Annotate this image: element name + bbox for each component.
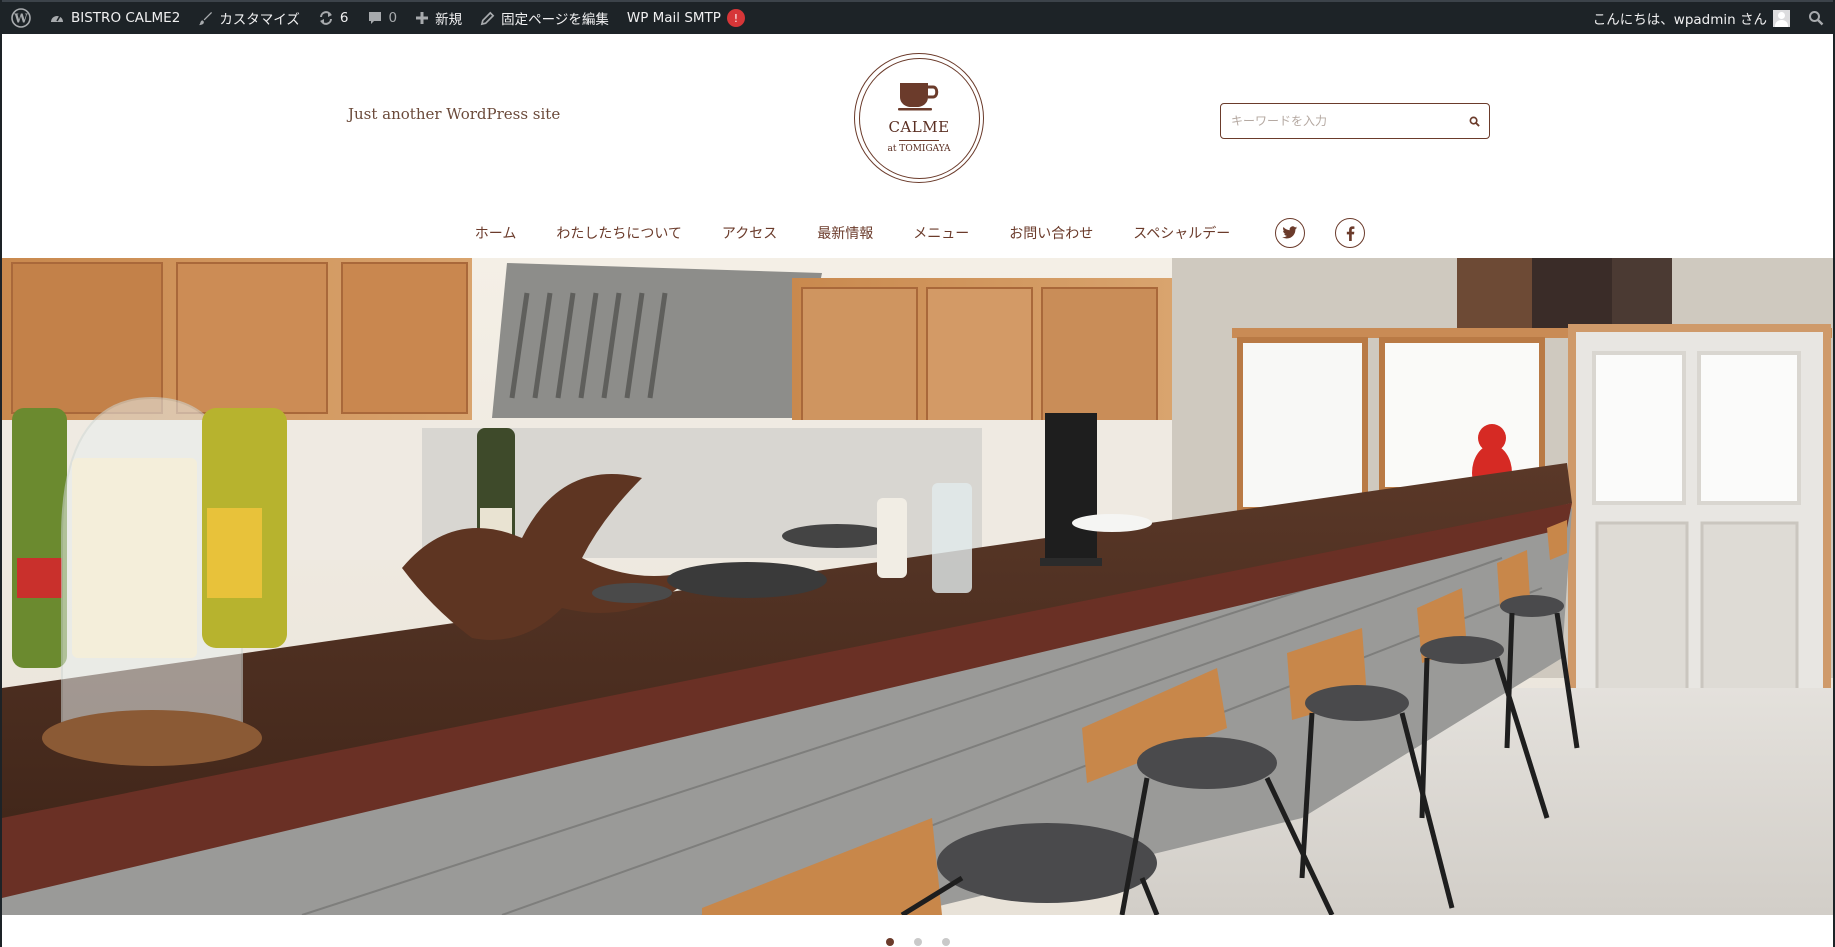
- comments-menu[interactable]: 0: [358, 1, 407, 35]
- logo-subtitle: at TOMIGAYA: [887, 143, 951, 154]
- edit-page-label: 固定ページを編集: [501, 12, 609, 28]
- search-submit-button[interactable]: [1459, 104, 1489, 138]
- greeting-label: こんにちは、wpadmin さん: [1592, 12, 1767, 28]
- search-input[interactable]: [1221, 104, 1459, 138]
- main-navigation: ホーム わたしたちについて アクセス 最新情報 メニュー お問い合わせ スペシャ…: [2, 212, 1833, 254]
- wp-mail-smtp-label: WP Mail SMTP: [626, 10, 721, 26]
- dashboard-icon: [49, 10, 65, 26]
- brush-icon: [198, 11, 213, 26]
- nav-item-special-day[interactable]: スペシャルデー: [1133, 223, 1230, 243]
- pencil-icon: [480, 11, 495, 26]
- nav-item-menu[interactable]: メニュー: [913, 223, 969, 243]
- customize-label: カスタマイズ: [219, 12, 300, 28]
- comments-count: 0: [388, 10, 398, 26]
- site-name-label: BISTRO CALME2: [71, 10, 181, 26]
- nav-item-contact[interactable]: お問い合わせ: [1009, 223, 1093, 243]
- slider-pagination: [2, 938, 1833, 946]
- nav-item-news[interactable]: 最新情報: [817, 223, 873, 243]
- wordpress-logo-menu[interactable]: W: [2, 1, 40, 35]
- hero-slider-image: [2, 258, 1833, 915]
- admin-bar: W BISTRO CALME2 カスタマイズ 6 0 新規 固定ページを編集 W…: [2, 0, 1833, 34]
- wordpress-icon: W: [11, 8, 31, 28]
- customize-menu[interactable]: カスタマイズ: [189, 1, 309, 35]
- logo-name: CALME: [888, 117, 950, 136]
- admin-search-button[interactable]: [1799, 1, 1833, 35]
- site-tagline: Just another WordPress site: [348, 105, 561, 123]
- updates-icon: [318, 10, 334, 26]
- notification-badge: !: [726, 9, 745, 27]
- twitter-icon: [1282, 226, 1298, 239]
- new-content-menu[interactable]: 新規: [406, 1, 471, 35]
- new-label: 新規: [435, 12, 463, 28]
- logo-divider: [899, 139, 939, 141]
- site-name-menu[interactable]: BISTRO CALME2: [40, 1, 189, 35]
- facebook-icon: [1346, 225, 1355, 241]
- slider-dot-1[interactable]: [885, 938, 894, 946]
- slider-dot-3[interactable]: [941, 938, 950, 946]
- coffee-cup-icon: [896, 81, 942, 115]
- updates-menu[interactable]: 6: [309, 1, 358, 35]
- search-icon: [1469, 116, 1480, 127]
- site-logo[interactable]: CALME at TOMIGAYA: [854, 53, 984, 183]
- avatar: [1773, 9, 1790, 27]
- nav-item-access[interactable]: アクセス: [722, 223, 777, 243]
- svg-text:W: W: [13, 12, 28, 26]
- wp-mail-smtp-menu[interactable]: WP Mail SMTP !: [618, 1, 754, 35]
- comment-icon: [367, 10, 383, 26]
- edit-page-menu[interactable]: 固定ページを編集: [471, 1, 618, 35]
- search-icon: [1808, 10, 1824, 26]
- slider-dot-2[interactable]: [913, 938, 922, 946]
- search-form: [1220, 103, 1490, 139]
- twitter-link[interactable]: [1275, 218, 1306, 248]
- plus-icon: [415, 11, 429, 25]
- my-account-menu[interactable]: こんにちは、wpadmin さん: [1584, 1, 1799, 35]
- nav-item-home[interactable]: ホーム: [475, 223, 517, 243]
- facebook-link[interactable]: [1335, 218, 1366, 248]
- updates-count: 6: [339, 10, 349, 26]
- nav-item-about[interactable]: わたしたちについて: [556, 223, 682, 243]
